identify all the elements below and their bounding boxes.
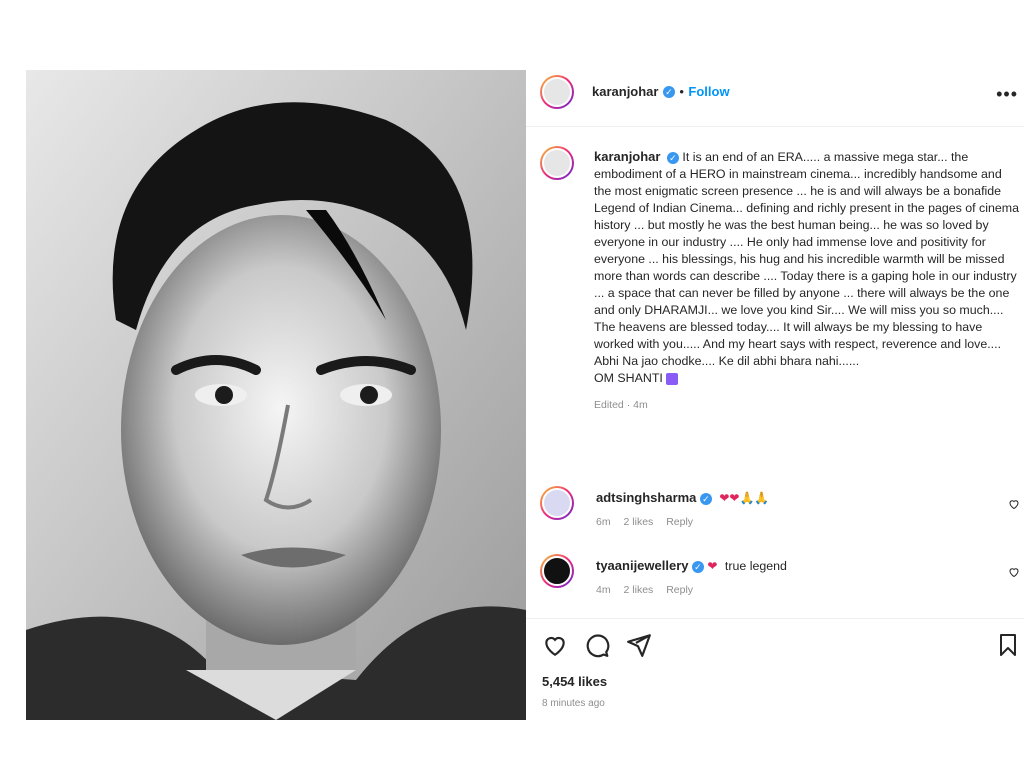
- comment-likes[interactable]: 2 likes: [624, 584, 654, 596]
- follow-button[interactable]: Follow: [688, 84, 729, 99]
- likes-count[interactable]: 5,454 likes: [542, 674, 607, 689]
- comment-likes[interactable]: 2 likes: [624, 516, 654, 528]
- commenter-avatar[interactable]: [540, 486, 574, 520]
- om-emoji-icon: [666, 372, 679, 385]
- commenter-avatar[interactable]: [540, 554, 574, 588]
- comment-heart-icon[interactable]: [1008, 498, 1020, 510]
- reply-button[interactable]: Reply: [666, 584, 693, 596]
- post-photo[interactable]: [26, 70, 526, 720]
- comment-time: 4m: [596, 584, 611, 596]
- verified-badge-icon: ✓: [662, 85, 675, 98]
- comment-text: ❤❤🙏🙏: [719, 491, 770, 505]
- actions-divider: [526, 618, 1024, 619]
- caption-closing: OM SHANTI: [594, 371, 663, 385]
- caption-text: It is an end of an ERA..... a massive me…: [594, 150, 1019, 368]
- comment-text: true legend: [724, 559, 787, 573]
- post-actions: [542, 632, 1022, 660]
- heart-icon[interactable]: [542, 632, 568, 658]
- comment-icon[interactable]: [584, 632, 610, 658]
- bookmark-icon[interactable]: [996, 632, 1020, 658]
- portrait-illustration: [26, 70, 526, 720]
- post-timestamp: 8 minutes ago: [542, 698, 605, 709]
- caption-author-avatar[interactable]: [540, 146, 574, 180]
- verified-badge-icon: ✓: [699, 492, 712, 505]
- author-username[interactable]: karanjohar: [592, 84, 658, 99]
- post-details-panel: karanjohar ✓ • Follow ••• karanjohar ✓ I…: [526, 70, 1024, 720]
- header-divider: [526, 126, 1024, 127]
- comment-heart-emoji: ❤: [707, 559, 718, 573]
- separator-dot: •: [679, 84, 684, 99]
- post-caption: karanjohar ✓ It is an end of an ERA.....…: [594, 148, 1022, 414]
- caption-edited: Edited · 4m: [594, 399, 648, 411]
- comment-time: 6m: [596, 516, 611, 528]
- post-header: karanjohar ✓ • Follow •••: [526, 70, 1024, 126]
- more-options-icon[interactable]: •••: [996, 84, 1018, 105]
- comment-heart-icon[interactable]: [1008, 566, 1020, 578]
- share-icon[interactable]: [626, 632, 652, 658]
- verified-badge-icon: ✓: [666, 151, 679, 164]
- author-avatar[interactable]: [540, 75, 574, 109]
- verified-badge-icon: ✓: [691, 560, 704, 573]
- comment-username[interactable]: tyaanijewellery: [596, 558, 689, 573]
- reply-button[interactable]: Reply: [666, 516, 693, 528]
- comment-username[interactable]: adtsinghsharma: [596, 490, 696, 505]
- caption-username[interactable]: karanjohar: [594, 149, 660, 164]
